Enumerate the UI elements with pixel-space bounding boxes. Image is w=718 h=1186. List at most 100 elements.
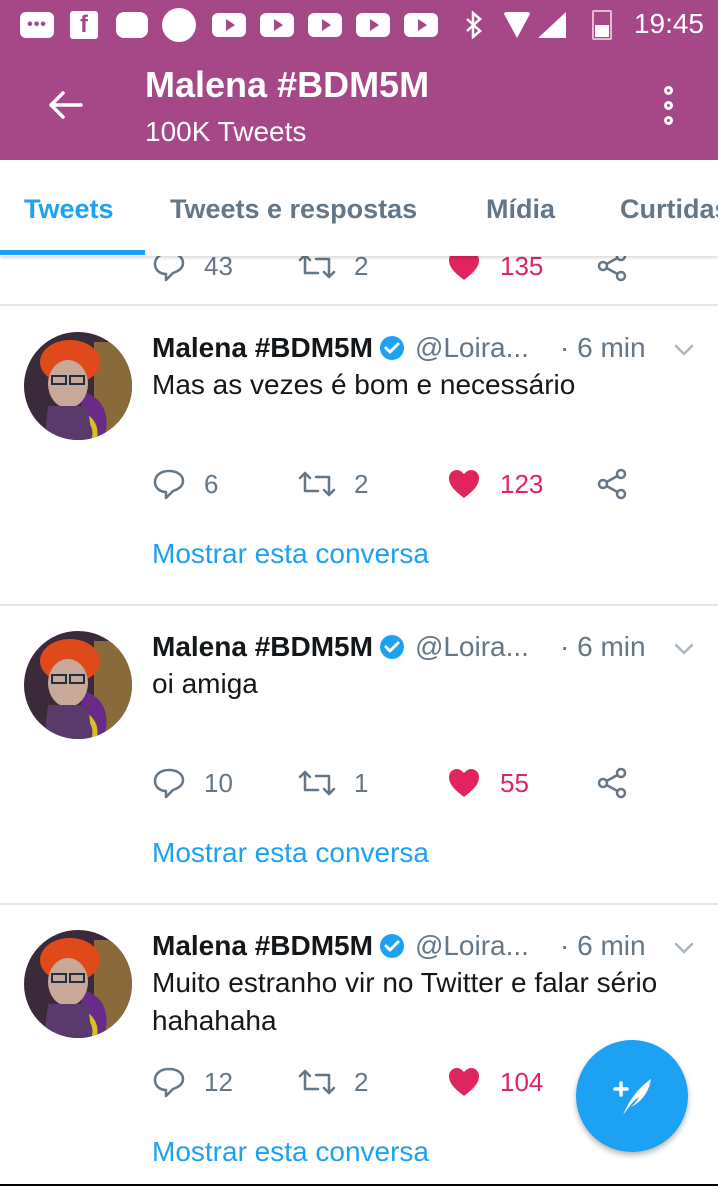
- verified-badge-icon: [379, 635, 404, 659]
- profile-tabs: Tweets Tweets e respostas Mídia Curtidas: [0, 160, 718, 256]
- chevron-down-icon[interactable]: [670, 635, 698, 663]
- tweet[interactable]: Malena #BDM5M @Loira... · 6 min oi amiga…: [0, 629, 718, 903]
- avatar[interactable]: [24, 930, 132, 1038]
- message-icon: •••: [20, 12, 54, 38]
- like-button[interactable]: 123: [448, 464, 543, 504]
- chevron-down-icon[interactable]: [670, 336, 698, 364]
- verified-badge-icon: [379, 934, 404, 958]
- bluetooth-icon: [464, 11, 484, 39]
- retweet-icon: [298, 1069, 336, 1095]
- like-count: 104: [500, 1066, 544, 1097]
- arrow-left-icon: [49, 91, 83, 119]
- retweet-count: 2: [354, 468, 369, 499]
- more-dot-icon: [663, 100, 673, 110]
- show-conversation-link[interactable]: Mostrar esta conversa: [152, 538, 429, 570]
- reply-count: 10: [204, 767, 233, 798]
- reply-button[interactable]: 6: [152, 464, 218, 504]
- like-button[interactable]: 55: [448, 763, 529, 803]
- reply-button[interactable]: 43: [152, 256, 233, 286]
- retweet-button[interactable]: 2: [298, 464, 368, 504]
- avatar[interactable]: [24, 332, 132, 440]
- more-options-button[interactable]: [650, 80, 686, 130]
- tab-tweets-replies[interactable]: Tweets e respostas: [170, 194, 417, 225]
- like-count: 135: [500, 256, 544, 281]
- author-handle[interactable]: @Loira...: [415, 332, 529, 364]
- youtube-icon: [404, 13, 438, 37]
- tweet-header: Malena #BDM5M @Loira...: [152, 330, 529, 366]
- tweet-time: · 6 min: [560, 930, 646, 961]
- heart-icon: [449, 1068, 479, 1096]
- tweet-text: oi amiga: [152, 668, 258, 699]
- share-icon: [597, 468, 627, 500]
- verified-badge-icon: [379, 336, 404, 360]
- status-time: 19:45: [633, 8, 704, 39]
- more-dot-icon: [663, 85, 673, 95]
- author-handle[interactable]: @Loira...: [415, 631, 529, 663]
- heart-icon: [449, 769, 479, 797]
- like-button[interactable]: 104: [448, 1062, 543, 1102]
- heart-icon: [449, 470, 479, 498]
- message-icon-glyph: •••: [27, 16, 47, 33]
- tab-media[interactable]: Mídia: [486, 194, 555, 225]
- status-bar: ••• f 19:45: [0, 0, 718, 50]
- tweet-header: Malena #BDM5M @Loira...: [152, 629, 529, 665]
- retweet-button[interactable]: 2: [298, 1062, 368, 1102]
- tweet-text: Mas as vezes é bom e necessário: [152, 369, 576, 400]
- like-count: 55: [500, 767, 529, 798]
- tweet-header: Malena #BDM5M @Loira...: [152, 928, 529, 964]
- partial-tweet-actions: 43 2 135: [152, 256, 652, 286]
- author-name[interactable]: Malena #BDM5M: [152, 631, 373, 663]
- reply-count: 6: [204, 468, 219, 499]
- tweet-actions: 6 2 123: [152, 464, 652, 504]
- tweet-time: · 6 min: [560, 631, 646, 662]
- circle-icon: [162, 8, 196, 42]
- reply-icon: [153, 1067, 185, 1098]
- tweet-time: · 6 min: [560, 332, 646, 363]
- compose-feather-icon: [613, 1079, 651, 1115]
- facebook-icon-glyph: f: [80, 11, 88, 38]
- back-button[interactable]: [40, 80, 90, 130]
- avatar[interactable]: [24, 631, 132, 739]
- reply-icon: [153, 256, 185, 282]
- share-icon: [597, 256, 627, 282]
- tweet[interactable]: Malena #BDM5M @Loira... · 6 min Mas as v…: [0, 330, 718, 604]
- share-button[interactable]: [596, 464, 628, 504]
- retweet-icon: [298, 256, 336, 279]
- reply-icon: [153, 469, 185, 500]
- reply-button[interactable]: 10: [152, 763, 233, 803]
- retweet-count: 2: [354, 1066, 369, 1097]
- signal-icon: [538, 12, 566, 38]
- reply-count: 12: [204, 1066, 233, 1097]
- retweet-button[interactable]: 1: [298, 763, 368, 803]
- discord-icon: [116, 12, 148, 38]
- like-count: 123: [500, 468, 544, 499]
- author-handle[interactable]: @Loira...: [415, 930, 529, 962]
- reply-count: 43: [204, 256, 233, 281]
- retweet-count: 1: [354, 767, 369, 798]
- youtube-icon: [212, 13, 246, 37]
- chevron-down-icon[interactable]: [670, 934, 698, 962]
- share-button[interactable]: [596, 763, 628, 803]
- tweet-count: 100K Tweets: [145, 116, 307, 147]
- retweet-icon: [298, 770, 336, 796]
- reply-button[interactable]: 12: [152, 1062, 233, 1102]
- divider: [0, 304, 718, 306]
- tab-likes[interactable]: Curtidas: [620, 194, 718, 225]
- author-name[interactable]: Malena #BDM5M: [152, 332, 373, 364]
- youtube-icon: [260, 13, 294, 37]
- show-conversation-link[interactable]: Mostrar esta conversa: [152, 837, 429, 869]
- compose-tweet-button[interactable]: [576, 1040, 688, 1152]
- divider: [0, 903, 718, 905]
- tab-tweets[interactable]: Tweets: [24, 194, 114, 225]
- youtube-icon: [356, 13, 390, 37]
- show-conversation-link[interactable]: Mostrar esta conversa: [152, 1136, 429, 1168]
- author-name[interactable]: Malena #BDM5M: [152, 930, 373, 962]
- reply-icon: [153, 768, 185, 799]
- tweet-actions: 10 1 55: [152, 763, 652, 803]
- wifi-icon: [503, 12, 531, 38]
- retweet-button[interactable]: 2: [298, 256, 368, 286]
- facebook-icon: f: [70, 11, 98, 39]
- divider: [0, 604, 718, 606]
- like-button[interactable]: 135: [448, 256, 543, 286]
- share-button[interactable]: [596, 256, 628, 286]
